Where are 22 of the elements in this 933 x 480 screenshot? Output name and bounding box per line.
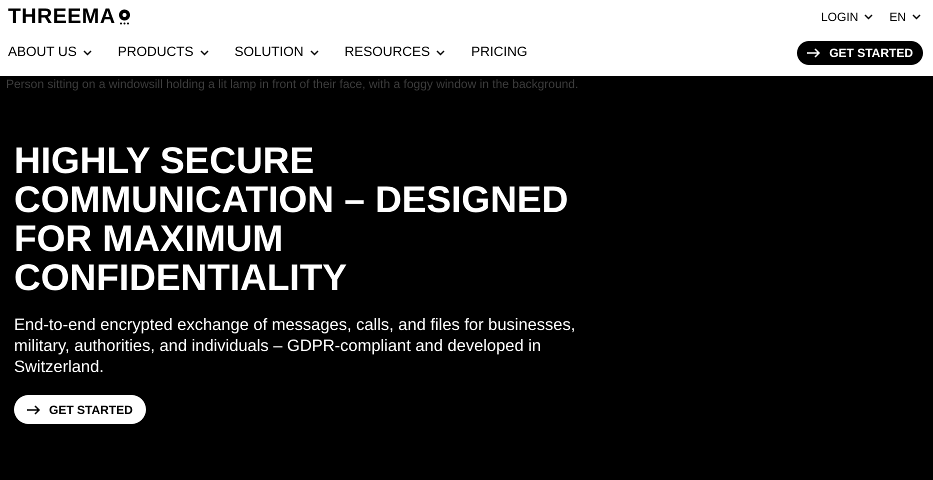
chevron-down-icon	[82, 50, 92, 56]
logo[interactable]: THREEMA	[8, 0, 116, 32]
image-alt-text: Person sitting on a windowsill holding a lit lamp in front of their face, with a foggy window in the background.	[5, 76, 580, 93]
nav-link[interactable]: ABOUT US	[8, 42, 92, 63]
hero-heading: HIGHLY SECURE COMMUNICATION – DESIGNED FOR MAXIMUM CONFIDENTIALITY	[14, 141, 570, 297]
top-link[interactable]: LOGIN	[820, 8, 874, 26]
get-started-button[interactable]: GET STARTED	[14, 395, 146, 424]
get-started-button[interactable]: GET STARTED	[797, 40, 923, 64]
chevron-down-icon	[912, 14, 921, 20]
nav-link[interactable]: SOLUTION	[234, 42, 319, 63]
chevron-down-icon	[436, 50, 446, 56]
chevron-down-icon	[310, 50, 319, 56]
hero-description: End-to-end encrypted exchange of messages, calls, and files for businesses, military, authorities, and individuals – GDPR-compliant and developed in Switzerland.	[14, 315, 576, 378]
nav-link[interactable]: PRICING	[471, 42, 528, 63]
top-link[interactable]: EN	[889, 8, 921, 26]
logo-icon	[118, 8, 131, 24]
arrow-right-icon	[807, 48, 822, 58]
chevron-down-icon	[864, 14, 874, 20]
nav-link[interactable]: PRODUCTS	[118, 42, 209, 63]
arrow-right-icon	[27, 404, 41, 414]
nav-link[interactable]: RESOURCES	[344, 42, 446, 63]
chevron-down-icon	[200, 50, 209, 56]
